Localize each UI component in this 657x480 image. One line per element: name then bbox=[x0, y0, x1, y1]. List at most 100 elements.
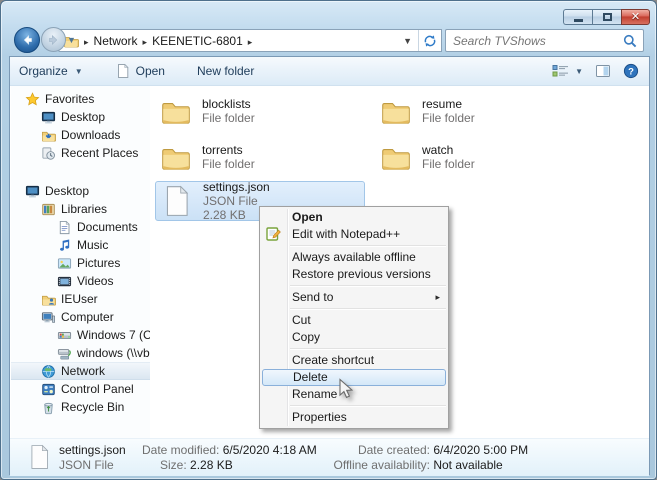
sidebar-item-label: Desktop bbox=[61, 110, 105, 124]
sidebar-item-downloads[interactable]: Downloads bbox=[11, 126, 150, 144]
views-icon bbox=[552, 63, 570, 79]
toolbar-right: ▼ ? bbox=[552, 63, 649, 79]
sidebar-item-windows-7-c-[interactable]: Windows 7 (C:) bbox=[11, 326, 150, 344]
organize-label: Organize bbox=[19, 64, 68, 78]
menu-item-cut[interactable]: Cut bbox=[260, 312, 448, 329]
file-tile-text: resumeFile folder bbox=[422, 97, 475, 125]
new-folder-button[interactable]: New folder bbox=[188, 59, 263, 83]
explorer-window: ✕ ▸Network▸KEENETIC-6801▸ ▼ ▼ Organize ▼… bbox=[0, 0, 657, 480]
refresh-icon bbox=[422, 33, 438, 49]
menu-item-open[interactable]: Open bbox=[260, 209, 448, 226]
file-tile-torrents[interactable]: torrentsFile folder bbox=[155, 135, 367, 179]
sidebar-item-videos[interactable]: Videos bbox=[11, 272, 150, 290]
menu-item-copy[interactable]: Copy bbox=[260, 329, 448, 346]
search-input[interactable] bbox=[446, 33, 622, 49]
sidebar-item-recycle-bin[interactable]: Recycle Bin bbox=[11, 398, 150, 416]
recent-icon bbox=[41, 146, 56, 161]
breadcrumb-segment[interactable]: KEENETIC-6801 bbox=[152, 34, 243, 48]
folder-icon bbox=[159, 139, 193, 175]
menu-separator bbox=[290, 285, 446, 287]
sidebar-item-windows-vboxsr[interactable]: windows (\\vboxsr bbox=[11, 344, 150, 362]
sidebar-item-ieuser[interactable]: IEUser bbox=[11, 290, 150, 308]
page-icon bbox=[115, 63, 131, 79]
sidebar-item-label: Desktop bbox=[45, 184, 89, 198]
minimize-button[interactable] bbox=[563, 9, 592, 25]
sidebar-item-music[interactable]: Music bbox=[11, 236, 150, 254]
address-dropdown-icon[interactable]: ▼ bbox=[397, 36, 418, 46]
netdrive-icon bbox=[57, 346, 72, 361]
menu-item-label: Delete bbox=[293, 370, 328, 384]
sidebar-item-control-panel[interactable]: Control Panel bbox=[11, 380, 150, 398]
maximize-icon bbox=[603, 13, 612, 21]
details-size: Size: 2.28 KB bbox=[160, 458, 233, 472]
details-file-name: settings.json bbox=[59, 443, 126, 457]
change-view-button[interactable]: ▼ bbox=[552, 63, 583, 79]
sidebar-item-pictures[interactable]: Pictures bbox=[11, 254, 150, 272]
network-icon bbox=[41, 364, 56, 379]
menu-item-label: Properties bbox=[292, 410, 347, 424]
preview-pane-button[interactable] bbox=[595, 63, 611, 79]
sidebar-item-network[interactable]: Network bbox=[11, 362, 150, 380]
menu-item-edit-with-notepad-[interactable]: Edit with Notepad++ bbox=[260, 226, 448, 243]
chevron-down-icon: ▼ bbox=[75, 67, 83, 76]
menu-item-send-to[interactable]: Send to ▸ bbox=[260, 289, 448, 306]
sidebar-item-documents[interactable]: Documents bbox=[11, 218, 150, 236]
sidebar-item-desktop[interactable]: Desktop bbox=[11, 182, 150, 200]
menu-item-restore-previous-versions[interactable]: Restore previous versions bbox=[260, 266, 448, 283]
breadcrumb-segment[interactable]: Network bbox=[94, 34, 138, 48]
forward-button-disabled[interactable] bbox=[41, 27, 66, 52]
file-icon bbox=[26, 441, 53, 473]
sidebar-item-desktop[interactable]: Desktop bbox=[11, 108, 150, 126]
file-type: File folder bbox=[202, 157, 255, 171]
sidebar-item-recent-places[interactable]: Recent Places bbox=[11, 144, 150, 162]
file-tile-watch[interactable]: watchFile folder bbox=[375, 135, 587, 179]
close-button[interactable]: ✕ bbox=[621, 9, 650, 25]
menu-item-create-shortcut[interactable]: Create shortcut bbox=[260, 352, 448, 369]
breadcrumb[interactable]: ▸Network▸KEENETIC-6801▸ ▼ bbox=[58, 29, 442, 52]
monitor-icon bbox=[41, 110, 56, 125]
minimize-icon bbox=[574, 19, 583, 22]
organize-button[interactable]: Organize ▼ bbox=[10, 59, 92, 83]
help-button[interactable]: ? bbox=[623, 63, 639, 79]
file-tile-resume[interactable]: resumeFile folder bbox=[375, 89, 587, 133]
computer-icon bbox=[41, 310, 56, 325]
refresh-button[interactable] bbox=[418, 30, 441, 51]
sidebar-item-label: Recycle Bin bbox=[61, 400, 124, 414]
sidebar-item-label: Computer bbox=[61, 310, 114, 324]
sidebar-item-libraries[interactable]: Libraries bbox=[11, 200, 150, 218]
menu-item-always-available-offline[interactable]: Always available offline bbox=[260, 249, 448, 266]
user-icon bbox=[41, 292, 56, 307]
maximize-button[interactable] bbox=[592, 9, 621, 25]
search-icon[interactable] bbox=[622, 33, 638, 49]
menu-item-label: Copy bbox=[292, 330, 320, 344]
sidebar-item-label: Pictures bbox=[77, 256, 120, 270]
sidebar-item-label: Downloads bbox=[61, 128, 120, 142]
menu-item-properties[interactable]: Properties bbox=[260, 409, 448, 426]
submenu-arrow-icon: ▸ bbox=[435, 289, 440, 306]
forward-arrow-icon bbox=[47, 33, 61, 47]
menu-item-label: Send to bbox=[292, 290, 333, 304]
sidebar-item-label: Music bbox=[77, 238, 108, 252]
sidebar-item-computer[interactable]: Computer bbox=[11, 308, 150, 326]
mouse-cursor bbox=[335, 378, 355, 402]
chevron-down-icon: ▼ bbox=[575, 67, 583, 76]
details-file-type: JSON File bbox=[59, 458, 114, 472]
breadcrumb-separator-icon: ▸ bbox=[248, 37, 253, 47]
file-tile-text: watchFile folder bbox=[422, 143, 475, 171]
document-icon bbox=[57, 220, 72, 235]
file-name: watch bbox=[422, 143, 475, 157]
file-tile-blocklists[interactable]: blocklistsFile folder bbox=[155, 89, 367, 133]
history-dropdown-icon[interactable]: ▼ bbox=[67, 35, 76, 45]
search-box[interactable] bbox=[445, 29, 644, 52]
sidebar-item-label: Control Panel bbox=[61, 382, 134, 396]
open-button[interactable]: Open bbox=[106, 59, 174, 83]
close-icon: ✕ bbox=[631, 12, 640, 23]
details-offline-availability: Offline availability: Not available bbox=[322, 458, 503, 472]
back-button[interactable] bbox=[14, 27, 40, 53]
sidebar-item-favorites[interactable]: Favorites bbox=[11, 90, 150, 108]
folder-icon bbox=[379, 139, 413, 175]
monitor-icon bbox=[25, 184, 40, 199]
svg-text:?: ? bbox=[628, 67, 634, 78]
downloads-icon bbox=[41, 128, 56, 143]
menu-item-label: Cut bbox=[292, 313, 311, 327]
